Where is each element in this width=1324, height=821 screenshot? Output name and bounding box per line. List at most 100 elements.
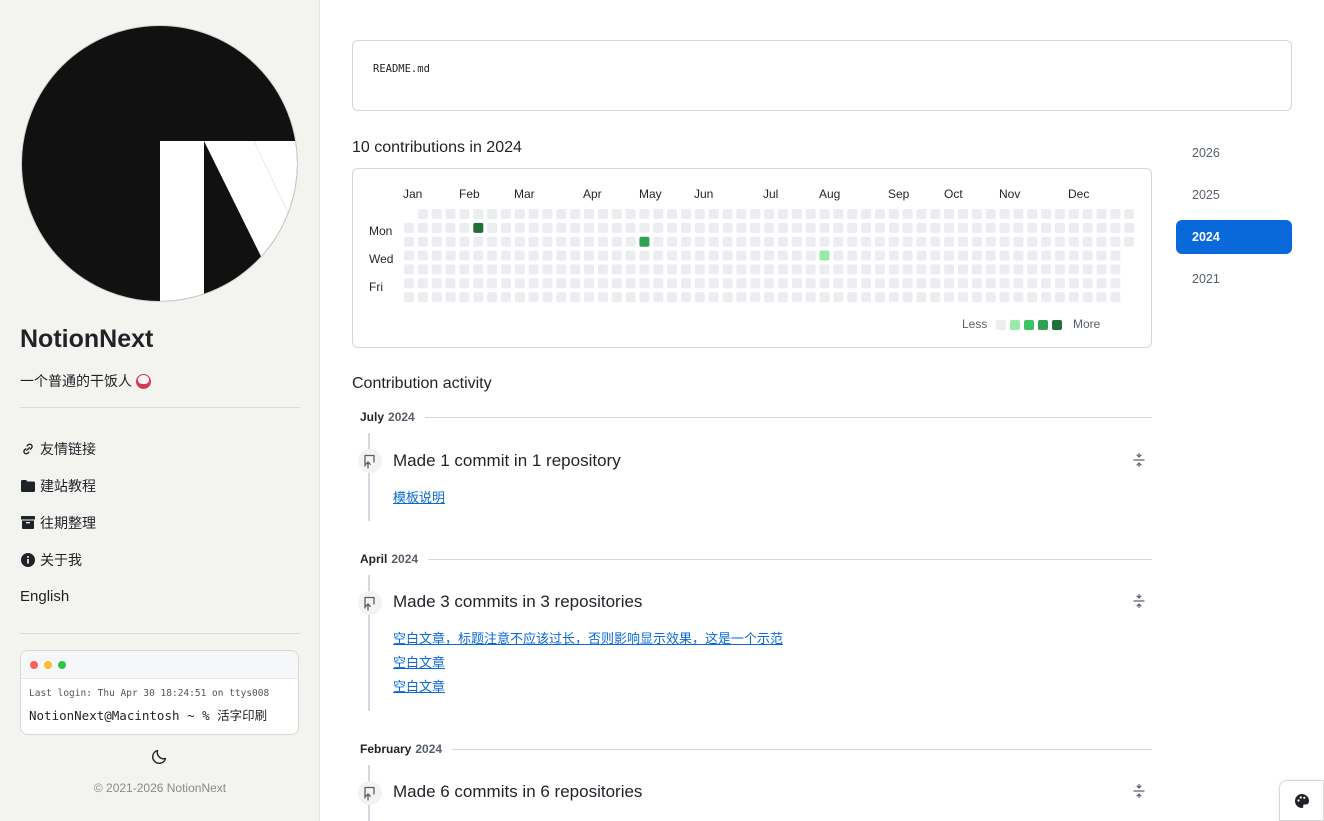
contribution-day[interactable] bbox=[1041, 222, 1052, 233]
year-2021[interactable]: 2021 bbox=[1176, 262, 1292, 296]
contribution-day[interactable] bbox=[625, 278, 636, 289]
contribution-day[interactable] bbox=[874, 222, 885, 233]
contribution-day[interactable] bbox=[874, 264, 885, 275]
contribution-day[interactable] bbox=[1096, 264, 1107, 275]
contribution-day[interactable] bbox=[971, 292, 982, 303]
contribution-day[interactable] bbox=[888, 209, 899, 219]
year-2024[interactable]: 2024 bbox=[1176, 220, 1292, 254]
contribution-day[interactable] bbox=[473, 264, 484, 275]
contribution-day[interactable] bbox=[625, 222, 636, 233]
contribution-day[interactable] bbox=[1054, 264, 1065, 275]
contribution-day[interactable] bbox=[888, 278, 899, 289]
contribution-day[interactable] bbox=[833, 209, 844, 219]
contribution-day[interactable] bbox=[1082, 222, 1093, 233]
contribution-day[interactable] bbox=[833, 236, 844, 247]
contribution-day[interactable] bbox=[722, 250, 733, 261]
contribution-day[interactable] bbox=[611, 278, 622, 289]
contribution-day[interactable] bbox=[667, 236, 678, 247]
contribution-day[interactable] bbox=[777, 278, 788, 289]
contribution-day[interactable] bbox=[570, 222, 581, 233]
contribution-day[interactable] bbox=[902, 222, 913, 233]
contribution-day[interactable] bbox=[999, 236, 1010, 247]
contribution-day[interactable] bbox=[556, 236, 567, 247]
contribution-day[interactable] bbox=[473, 222, 484, 233]
contribution-day[interactable] bbox=[819, 250, 830, 261]
commit-summary[interactable]: Made 6 commits in 6 repositories bbox=[393, 782, 642, 802]
contribution-day[interactable] bbox=[708, 222, 719, 233]
contribution-day[interactable] bbox=[514, 236, 525, 247]
contribution-day[interactable] bbox=[528, 222, 539, 233]
contribution-day[interactable] bbox=[736, 250, 747, 261]
contribution-day[interactable] bbox=[847, 222, 858, 233]
contribution-day[interactable] bbox=[473, 278, 484, 289]
contribution-day[interactable] bbox=[1054, 278, 1065, 289]
contribution-day[interactable] bbox=[528, 236, 539, 247]
moon-icon[interactable] bbox=[150, 746, 170, 766]
contribution-day[interactable] bbox=[916, 278, 927, 289]
menu-item-language[interactable]: English bbox=[20, 578, 96, 615]
contribution-day[interactable] bbox=[611, 264, 622, 275]
contribution-day[interactable] bbox=[431, 209, 442, 219]
contribution-day[interactable] bbox=[611, 209, 622, 219]
contribution-day[interactable] bbox=[417, 250, 428, 261]
contribution-day[interactable] bbox=[570, 264, 581, 275]
contribution-day[interactable] bbox=[473, 209, 484, 219]
contribution-day[interactable] bbox=[930, 222, 941, 233]
contribution-day[interactable] bbox=[819, 222, 830, 233]
contribution-day[interactable] bbox=[1096, 209, 1107, 219]
site-name[interactable]: NotionNext bbox=[20, 325, 153, 354]
contribution-day[interactable] bbox=[1041, 236, 1052, 247]
contribution-day[interactable] bbox=[625, 264, 636, 275]
contribution-day[interactable] bbox=[556, 222, 567, 233]
contribution-day[interactable] bbox=[445, 278, 456, 289]
avatar[interactable] bbox=[21, 25, 298, 302]
contribution-day[interactable] bbox=[750, 209, 761, 219]
contribution-day[interactable] bbox=[431, 278, 442, 289]
contribution-day[interactable] bbox=[570, 292, 581, 303]
contribution-day[interactable] bbox=[861, 292, 872, 303]
contribution-day[interactable] bbox=[473, 236, 484, 247]
contribution-day[interactable] bbox=[611, 250, 622, 261]
menu-item-archive[interactable]: 往期整理 bbox=[20, 504, 96, 541]
contribution-day[interactable] bbox=[584, 222, 594, 233]
contribution-day[interactable] bbox=[681, 222, 691, 233]
contribution-day[interactable] bbox=[805, 278, 816, 289]
contribution-day[interactable] bbox=[570, 236, 581, 247]
contribution-day[interactable] bbox=[930, 264, 941, 275]
contribution-day[interactable] bbox=[625, 236, 636, 247]
contribution-day[interactable] bbox=[681, 292, 691, 303]
contribution-day[interactable] bbox=[1082, 264, 1093, 275]
contribution-day[interactable] bbox=[819, 264, 830, 275]
contribution-day[interactable] bbox=[1027, 209, 1038, 219]
contribution-day[interactable] bbox=[805, 209, 816, 219]
contribution-day[interactable] bbox=[597, 250, 608, 261]
contribution-day[interactable] bbox=[971, 278, 982, 289]
contribution-day[interactable] bbox=[528, 264, 539, 275]
contribution-day[interactable] bbox=[777, 250, 788, 261]
contribution-day[interactable] bbox=[681, 250, 691, 261]
contribution-day[interactable] bbox=[861, 264, 872, 275]
contribution-day[interactable] bbox=[902, 250, 913, 261]
contribution-day[interactable] bbox=[999, 222, 1010, 233]
contribution-day[interactable] bbox=[404, 222, 414, 233]
fold-icon[interactable] bbox=[1132, 783, 1146, 799]
contribution-day[interactable] bbox=[736, 222, 747, 233]
contribution-day[interactable] bbox=[764, 292, 775, 303]
contribution-day[interactable] bbox=[431, 292, 442, 303]
contribution-day[interactable] bbox=[985, 292, 996, 303]
contribution-day[interactable] bbox=[930, 292, 941, 303]
contribution-day[interactable] bbox=[888, 250, 899, 261]
contribution-day[interactable] bbox=[833, 278, 844, 289]
contribution-day[interactable] bbox=[944, 292, 955, 303]
contribution-day[interactable] bbox=[1096, 236, 1107, 247]
contribution-day[interactable] bbox=[514, 292, 525, 303]
contribution-day[interactable] bbox=[487, 209, 498, 219]
contribution-day[interactable] bbox=[542, 209, 553, 219]
contribution-day[interactable] bbox=[639, 222, 650, 233]
contribution-day[interactable] bbox=[487, 250, 498, 261]
contribution-day[interactable] bbox=[611, 222, 622, 233]
contribution-day[interactable] bbox=[944, 278, 955, 289]
contribution-day[interactable] bbox=[667, 250, 678, 261]
contribution-day[interactable] bbox=[653, 222, 664, 233]
contribution-day[interactable] bbox=[1054, 250, 1065, 261]
